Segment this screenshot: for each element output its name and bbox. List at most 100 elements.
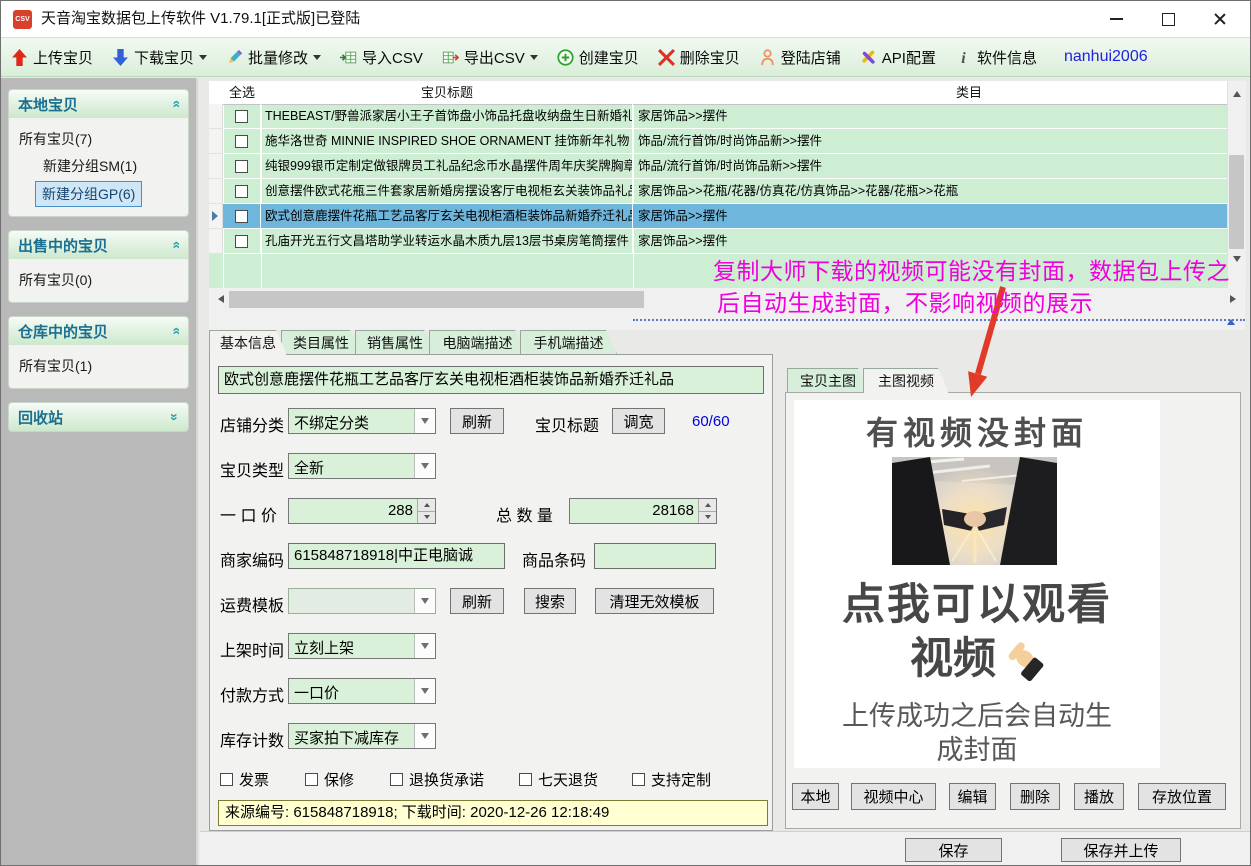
splitter-collapse-icon[interactable] [1227, 315, 1235, 325]
table-row[interactable]: THEBEAST/野兽派家居小王子首饰盘小饰品托盘收纳盘生日新婚礼物 家居饰品>… [209, 104, 1227, 129]
tab-类目属性[interactable]: 类目属性 [281, 330, 361, 354]
refresh-shipping-button[interactable]: 刷新 [450, 588, 504, 614]
checkbox-保修[interactable]: 保修 [305, 769, 354, 790]
checkbox-发票[interactable]: 发票 [220, 769, 269, 790]
toolbar-export-csv[interactable]: 导出CSV [442, 47, 538, 68]
save-and-upload-button[interactable]: 保存并上传 [1061, 838, 1181, 862]
table-row[interactable]: 欧式创意鹿摆件花瓶工艺品客厅玄关电视柜酒柜装饰品新婚乔迁礼品 家居饰品>>摆件 [209, 204, 1227, 229]
payment-method-select[interactable]: 一口价 [288, 678, 436, 704]
spinner-arrows-icon[interactable] [698, 499, 716, 523]
tab-电脑端描述[interactable]: 电脑端描述 [429, 330, 526, 354]
store-category-select[interactable]: 不绑定分类 [288, 408, 436, 434]
refresh-category-button[interactable]: 刷新 [450, 408, 504, 434]
chevron-down-icon[interactable] [414, 454, 435, 478]
row-checkbox[interactable] [235, 235, 248, 248]
dropdown-caret-icon[interactable] [199, 55, 207, 64]
chevron-down-icon[interactable] [414, 589, 435, 613]
sidebar-section-header[interactable]: 本地宝贝 [9, 90, 188, 118]
header-category[interactable]: 类目 [909, 81, 1029, 104]
checkbox-box[interactable] [220, 773, 233, 786]
widen-title-button[interactable]: 调宽 [612, 408, 665, 434]
checkbox-box[interactable] [305, 773, 318, 786]
stock-count-select[interactable]: 买家拍下减库存 [288, 723, 436, 749]
close-button[interactable] [1194, 1, 1246, 37]
spinner-arrows-icon[interactable] [417, 499, 435, 523]
media-button-本地[interactable]: 本地 [792, 783, 839, 810]
table-row[interactable]: 创意摆件欧式花瓶三件套家居新婚房摆设客厅电视柜玄关装饰品礼品 家居饰品>>花瓶/… [209, 179, 1227, 204]
tab-main-video[interactable]: 主图视频 [863, 368, 949, 393]
toolbar-software-info[interactable]: i 软件信息 [955, 47, 1037, 68]
chevron-down-icon[interactable] [414, 409, 435, 433]
toolbar-delete[interactable]: 删除宝贝 [658, 47, 740, 68]
collapse-chevron-icon[interactable] [167, 241, 183, 249]
header-title[interactable]: 宝贝标题 [261, 81, 633, 104]
media-button-视频中心[interactable]: 视频中心 [851, 783, 936, 810]
tab-main-image[interactable]: 宝贝主图 [787, 368, 869, 392]
price-spinner[interactable]: 288 [288, 498, 436, 524]
tab-基本信息[interactable]: 基本信息 [209, 330, 287, 355]
toolbar-login-shop[interactable]: 登陆店铺 [759, 47, 841, 68]
listing-time-select[interactable]: 立刻上架 [288, 633, 436, 659]
sidebar-item[interactable]: 所有宝贝(1) [13, 353, 184, 379]
tab-手机端描述[interactable]: 手机端描述 [520, 330, 617, 354]
minimize-button[interactable] [1090, 1, 1142, 37]
save-button[interactable]: 保存 [905, 838, 1002, 862]
sidebar-item[interactable]: 新建分组SM(1) [13, 153, 184, 179]
maximize-button[interactable] [1142, 1, 1194, 37]
checkbox-支持定制[interactable]: 支持定制 [632, 769, 711, 790]
media-button-编辑[interactable]: 编辑 [949, 783, 996, 810]
sidebar-item[interactable]: 所有宝贝(0) [13, 267, 184, 293]
sidebar-section-header[interactable]: 回收站 [9, 403, 188, 431]
tab-销售属性[interactable]: 销售属性 [355, 330, 435, 354]
chevron-down-icon[interactable] [414, 634, 435, 658]
sidebar-item[interactable]: 所有宝贝(7) [13, 126, 184, 152]
clean-invalid-template-button[interactable]: 清理无效模板 [595, 588, 714, 614]
splitter-handle[interactable] [633, 319, 1245, 321]
scroll-right-icon[interactable] [1230, 295, 1240, 303]
checkbox-box[interactable] [390, 773, 403, 786]
toolbar-create[interactable]: 创建宝贝 [557, 47, 639, 68]
checkbox-七天退货[interactable]: 七天退货 [519, 769, 598, 790]
media-button-删除[interactable]: 删除 [1010, 783, 1060, 810]
item-title-input[interactable]: 欧式创意鹿摆件花瓶工艺品客厅玄关电视柜酒柜装饰品新婚乔迁礼品 [218, 366, 764, 394]
media-button-播放[interactable]: 播放 [1074, 783, 1124, 810]
table-row[interactable]: 施华洛世奇 MINNIE INSPIRED SHOE ORNAMENT 挂饰新年… [209, 129, 1227, 154]
toolbar-api-config[interactable]: API配置 [860, 47, 936, 68]
table-row[interactable]: 纯银999银币定制定做银牌员工礼品纪念币水晶摆件周年庆奖牌胸章 饰品/流行首饰/… [209, 154, 1227, 179]
table-row[interactable]: 孔庙开光五行文昌塔助学业转运水晶木质九层13层书桌房笔筒摆件 家居饰品>>摆件 [209, 229, 1227, 254]
video-preview[interactable]: 有视频没封面 [794, 400, 1160, 768]
scroll-left-icon[interactable] [214, 295, 224, 303]
toolbar-upload[interactable]: 上传宝贝 [11, 47, 93, 68]
row-checkbox[interactable] [235, 135, 248, 148]
row-checkbox[interactable] [235, 110, 248, 123]
item-type-select[interactable]: 全新 [288, 453, 436, 479]
toolbar-batch-edit[interactable]: 批量修改 [226, 47, 321, 68]
dropdown-caret-icon[interactable] [530, 55, 538, 64]
merchant-code-input[interactable]: 615848718918|中正电脑诚 [288, 543, 505, 569]
scroll-up-icon[interactable] [1233, 87, 1241, 97]
horizontal-scroll-thumb[interactable] [229, 291, 644, 308]
toolbar-download[interactable]: 下载宝贝 [112, 47, 207, 68]
sidebar-section-header[interactable]: 出售中的宝贝 [9, 231, 188, 259]
header-select-all[interactable]: 全选 [223, 81, 261, 104]
media-button-存放位置[interactable]: 存放位置 [1138, 783, 1226, 810]
scroll-down-icon[interactable] [1233, 256, 1241, 266]
toolbar-import-csv[interactable]: 导入CSV [340, 47, 423, 68]
search-shipping-button[interactable]: 搜索 [524, 588, 576, 614]
collapse-chevron-icon[interactable] [167, 413, 183, 421]
collapse-chevron-icon[interactable] [167, 100, 183, 108]
quantity-spinner[interactable]: 28168 [569, 498, 717, 524]
sidebar-section-header[interactable]: 仓库中的宝贝 [9, 317, 188, 345]
collapse-chevron-icon[interactable] [167, 327, 183, 335]
sidebar-item[interactable]: 新建分组GP(6) [35, 181, 142, 207]
checkbox-box[interactable] [632, 773, 645, 786]
dropdown-caret-icon[interactable] [313, 55, 321, 64]
row-checkbox[interactable] [235, 160, 248, 173]
barcode-input[interactable] [594, 543, 716, 569]
chevron-down-icon[interactable] [414, 724, 435, 748]
shipping-template-select[interactable] [288, 588, 436, 614]
row-checkbox[interactable] [235, 210, 248, 223]
row-checkbox[interactable] [235, 185, 248, 198]
chevron-down-icon[interactable] [414, 679, 435, 703]
vertical-scroll-thumb[interactable] [1229, 155, 1244, 249]
